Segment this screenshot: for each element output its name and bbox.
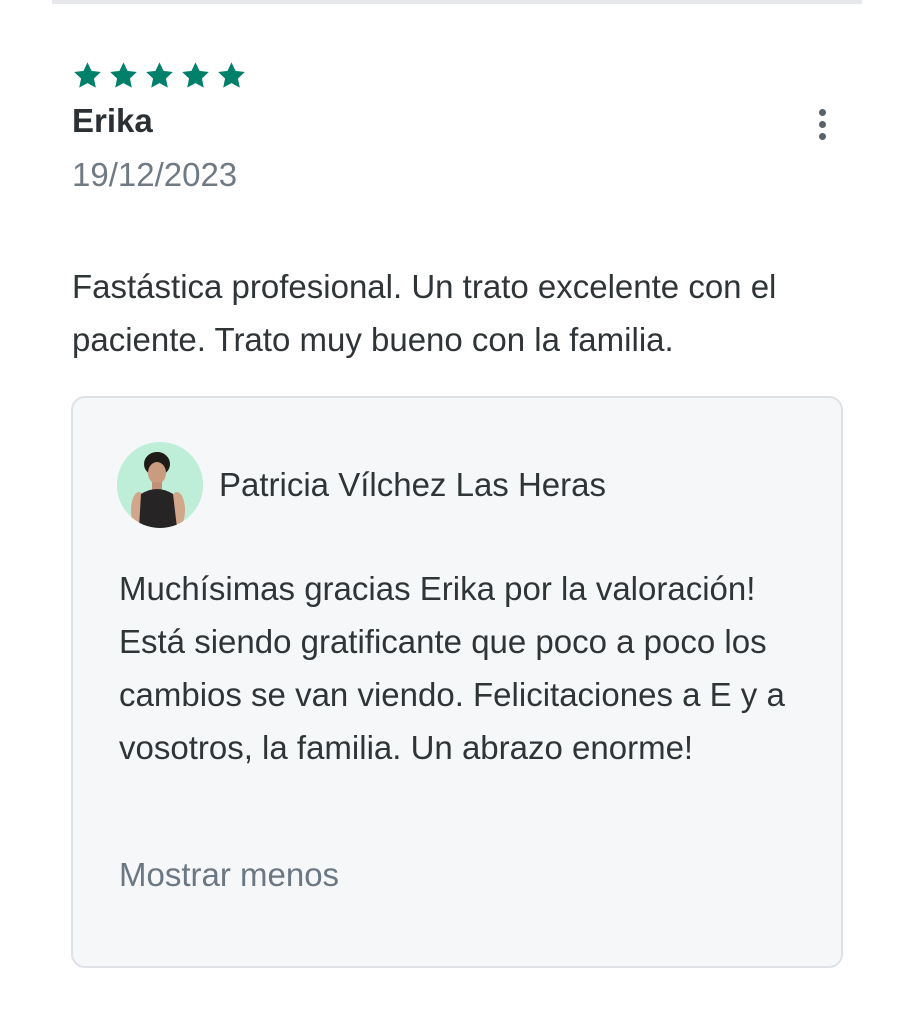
review-text: Fastástica profesional. Un trato excelen… xyxy=(72,268,777,358)
review-date: 19/12/2023 xyxy=(72,156,238,193)
reply-header: Patricia Vílchez Las Heras xyxy=(117,442,606,528)
more-options-button[interactable] xyxy=(800,102,844,146)
more-vertical-icon xyxy=(818,108,826,116)
more-vertical-icon-dot xyxy=(818,120,826,128)
star-icon xyxy=(218,61,245,88)
more-vertical-icon-dot xyxy=(818,132,826,140)
review-card: Erika 19/12/2023 Fastástica profesional.… xyxy=(72,58,844,358)
reviewer-name: Erika xyxy=(72,102,153,139)
rating-stars xyxy=(72,58,844,92)
reply-text: Muchísimas gracias Erika por la valoraci… xyxy=(119,570,785,766)
star-icon xyxy=(182,61,209,88)
star-icon xyxy=(110,61,137,88)
avatar-image xyxy=(117,442,203,528)
star-icon xyxy=(146,61,173,88)
professional-name: Patricia Vílchez Las Heras xyxy=(219,466,606,503)
professional-reply: Patricia Vílchez Las Heras Muchísimas gr… xyxy=(71,396,843,968)
show-less-link[interactable]: Mostrar menos xyxy=(119,856,339,894)
star-icon xyxy=(74,61,101,88)
avatar xyxy=(117,442,203,528)
top-divider xyxy=(52,0,862,4)
